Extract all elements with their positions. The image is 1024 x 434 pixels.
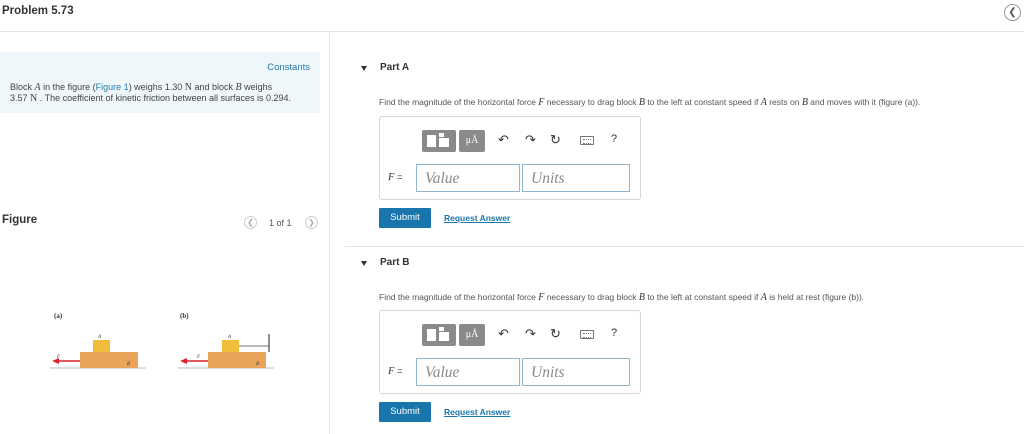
caret-down-icon [361,66,367,71]
part-title: Part B [380,257,410,268]
caret-down-icon [361,261,367,266]
templates-button[interactable] [422,130,456,152]
redo-icon[interactable]: ↷ [525,326,536,342]
part-title: Part A [380,62,410,73]
figure-a-label: (a) [54,312,63,320]
force-label: F [56,355,61,360]
problem-title: Problem 5.73 [2,5,74,17]
part-divider [345,246,1024,247]
chevron-right-icon[interactable]: ❯ [305,216,318,229]
block-a-label: A [227,335,232,340]
figure-a-diagram: A B F [50,335,146,369]
figure-b-diagram: A B F [178,334,274,369]
submit-button[interactable]: Submit [379,402,431,422]
help-icon[interactable]: ? [611,327,617,339]
pager-count: 1 of 1 [269,218,292,228]
symbols-button[interactable]: μÅ [459,324,485,346]
block-b-label: B [256,362,259,367]
undo-icon[interactable]: ↶ [498,132,509,148]
chevron-left-icon[interactable]: ❮ [1004,4,1021,21]
symbols-button[interactable]: μÅ [459,130,485,152]
problem-statement: Block A in the figure (Figure 1) weighs … [10,82,292,104]
answer-box: μÅ ↶ ↷ ↻ ? F = Value Units [379,310,641,394]
part-b-prompt: Find the magnitude of the horizontal for… [379,292,865,303]
part-a-prompt: Find the magnitude of the horizontal for… [379,97,921,108]
request-answer-link[interactable]: Request Answer [444,407,510,417]
column-divider [329,32,330,434]
templates-button[interactable] [422,324,456,346]
answer-box: μÅ ↶ ↷ ↻ ? F = Value Units [379,116,641,200]
constants-link[interactable]: Constants [267,62,310,73]
top-bar: Problem 5.73 ❮ [0,0,1024,30]
figure-b-label: (b) [180,312,189,320]
keyboard-icon[interactable] [580,330,594,339]
header-divider [0,31,1024,32]
part-a: Part A Find the magnitude of the horizon… [345,62,1024,242]
undo-icon[interactable]: ↶ [498,326,509,342]
units-input[interactable]: Units [522,358,630,386]
block-b-label: B [127,362,130,367]
value-input[interactable]: Value [416,164,520,192]
units-input[interactable]: Units [522,164,630,192]
figure-link[interactable]: Figure 1 [96,82,129,92]
keyboard-icon[interactable] [580,136,594,145]
reset-icon[interactable]: ↻ [550,132,561,148]
chevron-left-icon[interactable]: ❮ [244,216,257,229]
value-input[interactable]: Value [416,358,520,386]
problem-context: Constants Block A in the figure (Figure … [0,52,320,113]
help-icon[interactable]: ? [611,133,617,145]
force-label: F [196,355,201,360]
figure-heading: Figure [2,214,38,226]
answer-label: F = [388,366,403,377]
reset-icon[interactable]: ↻ [550,326,561,342]
submit-button[interactable]: Submit [379,208,431,228]
request-answer-link[interactable]: Request Answer [444,213,510,223]
block-a-label: A [97,335,102,340]
redo-icon[interactable]: ↷ [525,132,536,148]
part-b: Part B Find the magnitude of the horizon… [345,257,1024,434]
answer-label: F = [388,172,403,183]
